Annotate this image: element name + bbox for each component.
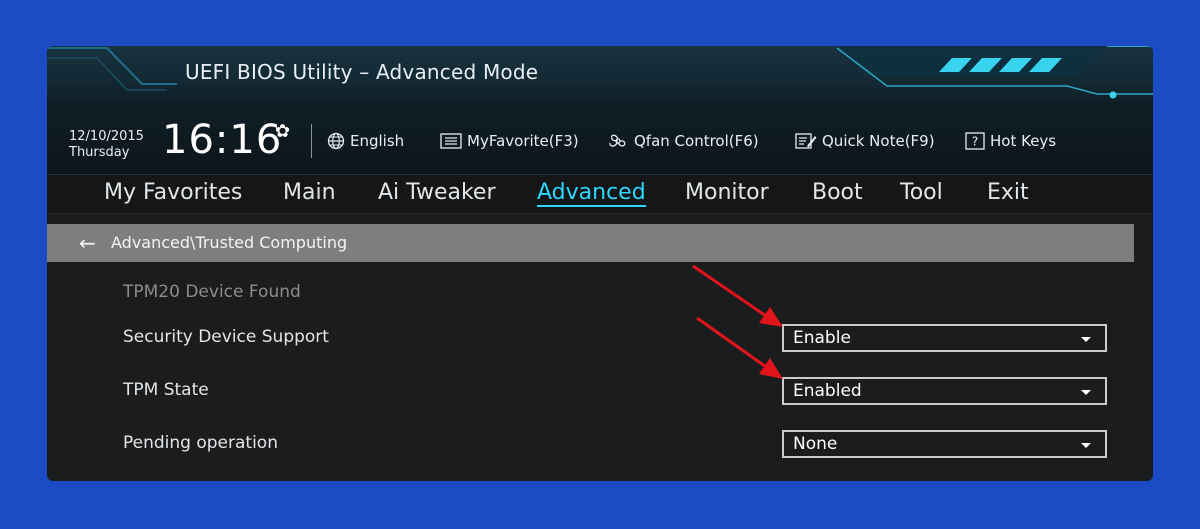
question-box-icon: ? [965, 132, 985, 150]
language-label: English [350, 132, 405, 150]
annotation-arrowhead-2 [759, 358, 783, 379]
qfan-control-button[interactable]: Qfan Control(F6) [607, 130, 759, 152]
title-bar: UEFI BIOS Utility – Advanced Mode [47, 46, 1153, 106]
breadcrumb-path: Advanced\Trusted Computing [111, 233, 348, 252]
annotation-arrow-1 [692, 264, 770, 320]
qfan-control-label: Qfan Control(F6) [634, 132, 759, 150]
quick-note-button[interactable]: Quick Note(F9) [795, 130, 935, 152]
globe-icon [327, 132, 345, 150]
tab-main[interactable]: Main [283, 180, 336, 205]
security-device-support-value: Enable [793, 328, 851, 348]
tpm-state-value: Enabled [793, 381, 862, 401]
breadcrumb: ← Advanced\Trusted Computing [47, 224, 1134, 262]
security-device-support-label: Security Device Support [123, 327, 329, 347]
info-bar: 12/10/2015 Thursday 16:16 ✿ English MyFa… [47, 106, 1153, 174]
clock-time: 16:16 [162, 117, 283, 163]
tab-tool[interactable]: Tool [900, 180, 943, 205]
pending-operation-value: None [793, 434, 838, 454]
tab-ai-tweaker[interactable]: Ai Tweaker [378, 180, 496, 205]
annotation-arrowhead-1 [759, 307, 783, 327]
myfavorite-label: MyFavorite(F3) [467, 132, 579, 150]
favorite-list-icon [440, 133, 462, 149]
window-title: UEFI BIOS Utility – Advanced Mode [185, 60, 539, 84]
pending-operation-label: Pending operation [123, 433, 278, 453]
security-device-support-dropdown[interactable]: Enable [782, 324, 1107, 352]
annotation-arrow-2 [696, 316, 770, 371]
note-icon [795, 132, 817, 150]
date-text: 12/10/2015 [69, 129, 144, 144]
language-button[interactable]: English [327, 130, 404, 152]
main-menu: My Favorites Main Ai Tweaker Advanced Mo… [47, 174, 1153, 214]
tab-exit[interactable]: Exit [987, 180, 1029, 205]
back-arrow-icon[interactable]: ← [79, 231, 96, 255]
bios-window: UEFI BIOS Utility – Advanced Mode 12/10/… [47, 46, 1153, 481]
hot-keys-label: Hot Keys [990, 132, 1057, 150]
tab-boot[interactable]: Boot [812, 180, 863, 205]
fan-icon [607, 132, 629, 150]
tab-advanced[interactable]: Advanced [537, 180, 646, 207]
tab-my-favorites[interactable]: My Favorites [104, 180, 242, 205]
toolbar-divider [311, 124, 312, 158]
chevron-down-icon [1081, 390, 1091, 395]
tpm-device-info: TPM20 Device Found [123, 282, 301, 302]
pending-operation-dropdown[interactable]: None [782, 430, 1107, 458]
chevron-down-icon [1081, 443, 1091, 448]
hot-keys-button[interactable]: ? Hot Keys [965, 130, 1056, 152]
date-display: 12/10/2015 Thursday [69, 129, 144, 161]
myfavorite-button[interactable]: MyFavorite(F3) [440, 130, 579, 152]
quick-note-label: Quick Note(F9) [822, 132, 935, 150]
weekday-text: Thursday [69, 145, 130, 160]
svg-text:?: ? [972, 135, 978, 149]
chevron-down-icon [1081, 337, 1091, 342]
clock-settings-gear-icon[interactable]: ✿ [275, 121, 290, 142]
tab-monitor[interactable]: Monitor [685, 180, 769, 205]
tpm-state-dropdown[interactable]: Enabled [782, 377, 1107, 405]
tpm-state-label: TPM State [123, 380, 209, 400]
